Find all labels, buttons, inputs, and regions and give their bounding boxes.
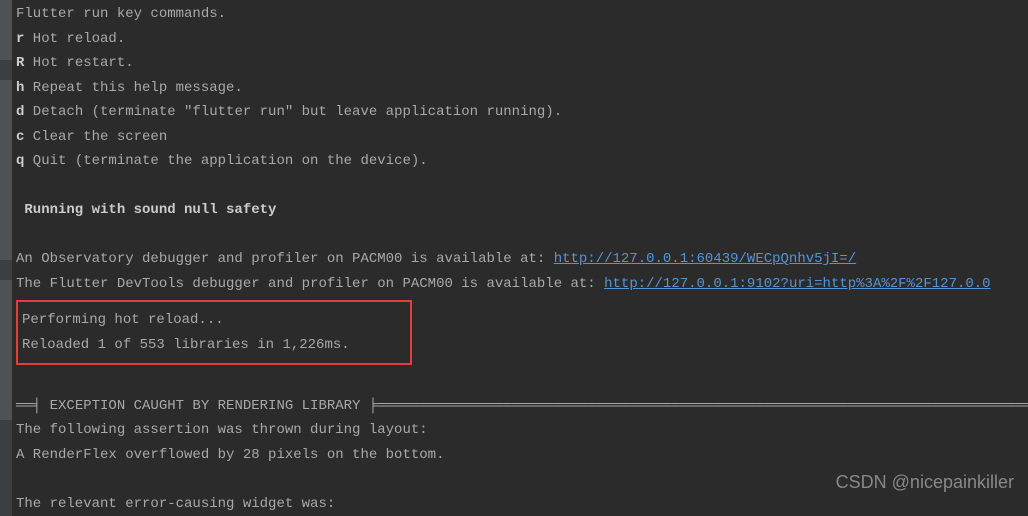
- null-safety-line: Running with sound null safety: [16, 198, 1028, 223]
- console-line: c Clear the screen: [16, 125, 1028, 150]
- exception-title: EXCEPTION CAUGHT BY RENDERING LIBRARY: [50, 398, 361, 414]
- devtools-line: The Flutter DevTools debugger and profil…: [16, 272, 1028, 297]
- sidebar-tab[interactable]: [0, 80, 12, 260]
- observatory-line: An Observatory debugger and profiler on …: [16, 247, 1028, 272]
- cmd-desc: Hot reload.: [24, 31, 125, 47]
- devtools-text: The Flutter DevTools debugger and profil…: [16, 276, 604, 292]
- exception-line: A RenderFlex overflowed by 28 pixels on …: [16, 443, 1028, 468]
- console-line: r Hot reload.: [16, 27, 1028, 52]
- left-sidebar: [0, 0, 12, 516]
- cmd-desc: Repeat this help message.: [24, 80, 242, 96]
- console-line: R Hot restart.: [16, 51, 1028, 76]
- console-line: q Quit (terminate the application on the…: [16, 149, 1028, 174]
- console-line: Flutter run key commands.: [16, 2, 1028, 27]
- exception-divider: ══╡ EXCEPTION CAUGHT BY RENDERING LIBRAR…: [16, 394, 1028, 419]
- cmd-desc: Detach (terminate "flutter run" but leav…: [24, 104, 562, 120]
- cmd-desc: Quit (terminate the application on the d…: [24, 153, 427, 169]
- devtools-link[interactable]: http://127.0.0.1:9102?uri=http%3A%2F%2F1…: [604, 276, 990, 292]
- cmd-desc: Hot restart.: [24, 55, 133, 71]
- reload-line: Reloaded 1 of 553 libraries in 1,226ms.: [22, 333, 406, 358]
- exception-line: The following assertion was thrown durin…: [16, 418, 1028, 443]
- watermark: CSDN @nicepainkiller: [836, 467, 1014, 499]
- highlight-annotation: Performing hot reload... Reloaded 1 of 5…: [16, 300, 412, 365]
- cmd-desc: Clear the screen: [24, 129, 167, 145]
- sidebar-tab[interactable]: [0, 0, 12, 60]
- console-output[interactable]: Flutter run key commands. r Hot reload. …: [16, 0, 1028, 516]
- div-left: ══╡: [16, 398, 50, 414]
- console-line: d Detach (terminate "flutter run" but le…: [16, 100, 1028, 125]
- sidebar-tab[interactable]: [0, 280, 12, 420]
- console-line: h Repeat this help message.: [16, 76, 1028, 101]
- obs-text: An Observatory debugger and profiler on …: [16, 251, 554, 267]
- observatory-link[interactable]: http://127.0.0.1:60439/WECpQnhv5jI=/: [554, 251, 856, 267]
- reload-line: Performing hot reload...: [22, 308, 406, 333]
- div-right: ╞═══════════════════════════════════════…: [360, 398, 1028, 414]
